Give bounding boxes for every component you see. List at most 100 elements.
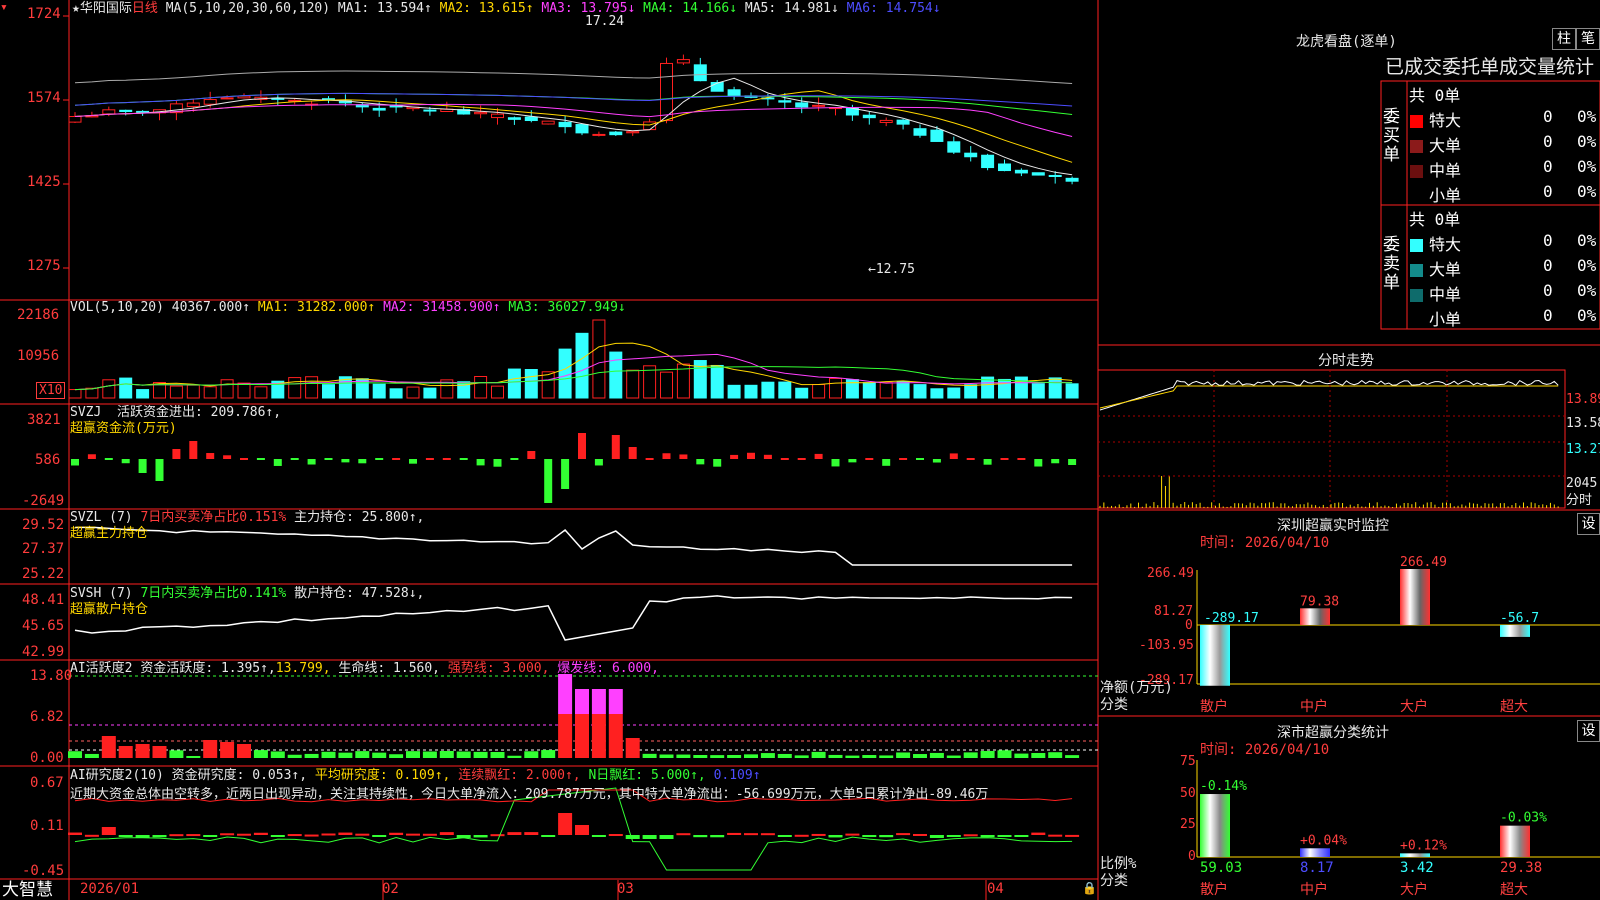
sell-row-0: 特大	[1410, 231, 1461, 255]
class-bar-0	[1200, 794, 1230, 857]
flow-bar	[949, 453, 958, 459]
flow-bar	[206, 453, 215, 459]
ai-active-axis-1: 13.80	[30, 668, 73, 684]
flow-tick	[916, 458, 924, 460]
ai-active-name: AI活跃度2	[70, 661, 133, 676]
volume-bar	[913, 384, 927, 399]
monitor-label-2: 266.49	[1400, 555, 1447, 570]
sz-monitor-settings-button[interactable]: 设	[1577, 513, 1600, 535]
sell-total: 共 0单	[1409, 210, 1461, 229]
research-bar	[406, 833, 420, 836]
volume-bar	[626, 369, 640, 399]
volume-bar	[829, 377, 842, 399]
ma4-value: MA4: 14.166↓	[643, 1, 738, 16]
buy-pct-3: 0%	[1577, 182, 1597, 201]
flow-bar	[544, 459, 553, 503]
active-bar	[507, 755, 522, 758]
flow-tick	[425, 458, 434, 460]
monitor-label-1: 79.38	[1300, 594, 1339, 609]
research-bar	[744, 833, 758, 836]
research-bar	[760, 833, 775, 836]
buy-row-1: 大单	[1410, 132, 1461, 156]
research-bar	[558, 813, 573, 835]
kline-chart-area[interactable]: -289.17 散户 79.38 中户 266.49 大户 -56.7 超大 -0.14% 59.…	[0, 0, 1600, 900]
research-bar	[1014, 835, 1029, 837]
bar-mode-button[interactable]: 柱	[1552, 28, 1576, 50]
time-axis-apr: 04	[987, 881, 1004, 897]
active-bar	[456, 751, 471, 758]
research-bar	[591, 835, 606, 837]
class-value-2: 3.42	[1400, 860, 1434, 876]
volume-bar	[288, 377, 302, 399]
volume-bar	[474, 375, 488, 399]
research-bar	[439, 832, 454, 835]
volume-bar	[1065, 383, 1079, 399]
candle-body	[491, 113, 504, 119]
volume-bar	[389, 388, 403, 399]
volume-bar	[795, 387, 809, 399]
vol-unit-badge[interactable]: X10	[36, 382, 66, 399]
active-bar	[422, 751, 437, 758]
volume-bar	[896, 380, 910, 399]
volume-bar	[305, 376, 319, 399]
flow-bar	[713, 459, 722, 467]
ai-active-value-b: 13.799,	[275, 661, 331, 676]
svzl-legend: SVZL (7) 7日内买卖净占比0.151% 主力持仓: 25.800↑,	[70, 510, 424, 525]
svsh-axis-2: 45.65	[22, 618, 65, 634]
candle-body	[947, 141, 961, 153]
svsh-name: SVSH (7)	[70, 586, 133, 601]
buy-count-1: 0	[1543, 132, 1553, 151]
tick-mode-button[interactable]: 笔	[1576, 28, 1600, 50]
sell-pct-0: 0%	[1577, 231, 1597, 250]
sz-class-settings-button[interactable]: 设	[1577, 720, 1600, 742]
volume-bar	[660, 371, 673, 399]
period-label[interactable]: 日线	[132, 1, 158, 16]
volume-bar	[998, 378, 1011, 399]
flow-bar	[189, 441, 198, 459]
candle-body	[119, 109, 133, 112]
lock-icon[interactable]: 🔒	[1082, 881, 1097, 896]
volume-bar	[254, 386, 268, 399]
ai-research-extra: 0.109↑	[713, 768, 761, 783]
sell-row-1: 大单	[1410, 256, 1461, 280]
active-bar	[84, 753, 99, 758]
svzl-axis-2: 27.37	[22, 541, 65, 557]
candle-body	[693, 64, 707, 82]
intraday-axis-4: 2045	[1566, 476, 1598, 491]
high-price-mark: 17.24	[585, 14, 625, 29]
buy-row-3: 小单	[1410, 182, 1461, 206]
sell-row-2: 中单	[1410, 281, 1461, 305]
candle-body	[660, 62, 673, 122]
active-bar	[406, 751, 420, 758]
svzj-legend: SVZJ 活跃资金进出: 209.786↑,	[70, 405, 281, 420]
candle-body	[913, 128, 927, 136]
active-bar-red	[575, 714, 589, 758]
brand-logo[interactable]: 大智慧	[2, 880, 53, 900]
active-bar	[1014, 753, 1029, 758]
research-bar	[946, 835, 961, 837]
volume-bar	[136, 389, 150, 399]
monitor-label-3: -56.7	[1500, 611, 1539, 626]
star-icon[interactable]: ★	[72, 1, 80, 16]
research-bar	[1031, 832, 1046, 835]
active-bar	[963, 752, 978, 758]
class-value-1: 8.17	[1300, 860, 1334, 876]
volume-bar	[406, 386, 420, 399]
price-axis-1: 1724	[27, 6, 61, 22]
vol-axis-2: 10956	[17, 348, 60, 364]
class-bar-2	[1400, 853, 1430, 857]
ai-research-axis-1: 0.67	[30, 775, 64, 791]
research-bar	[101, 827, 116, 835]
candle-body	[592, 133, 606, 136]
candle-body	[1031, 172, 1045, 176]
flow-tick	[459, 458, 468, 460]
svsh-legend: SVSH (7) 7日内买卖净占比0.141% 散户持仓: 47.528↓,	[70, 586, 424, 601]
candle-body	[541, 120, 555, 125]
candle-body	[68, 116, 82, 123]
class-change-1: +0.04%	[1300, 833, 1347, 848]
research-bar	[169, 834, 184, 837]
ai-active-legend: AI活跃度2 资金活跃度: 1.395↑,13.799, 生命线: 1.560,…	[70, 661, 659, 676]
research-bar	[913, 833, 927, 836]
ai-research-avg: 平均研究度: 0.109↑,	[314, 768, 451, 783]
flow-tick	[780, 458, 789, 460]
